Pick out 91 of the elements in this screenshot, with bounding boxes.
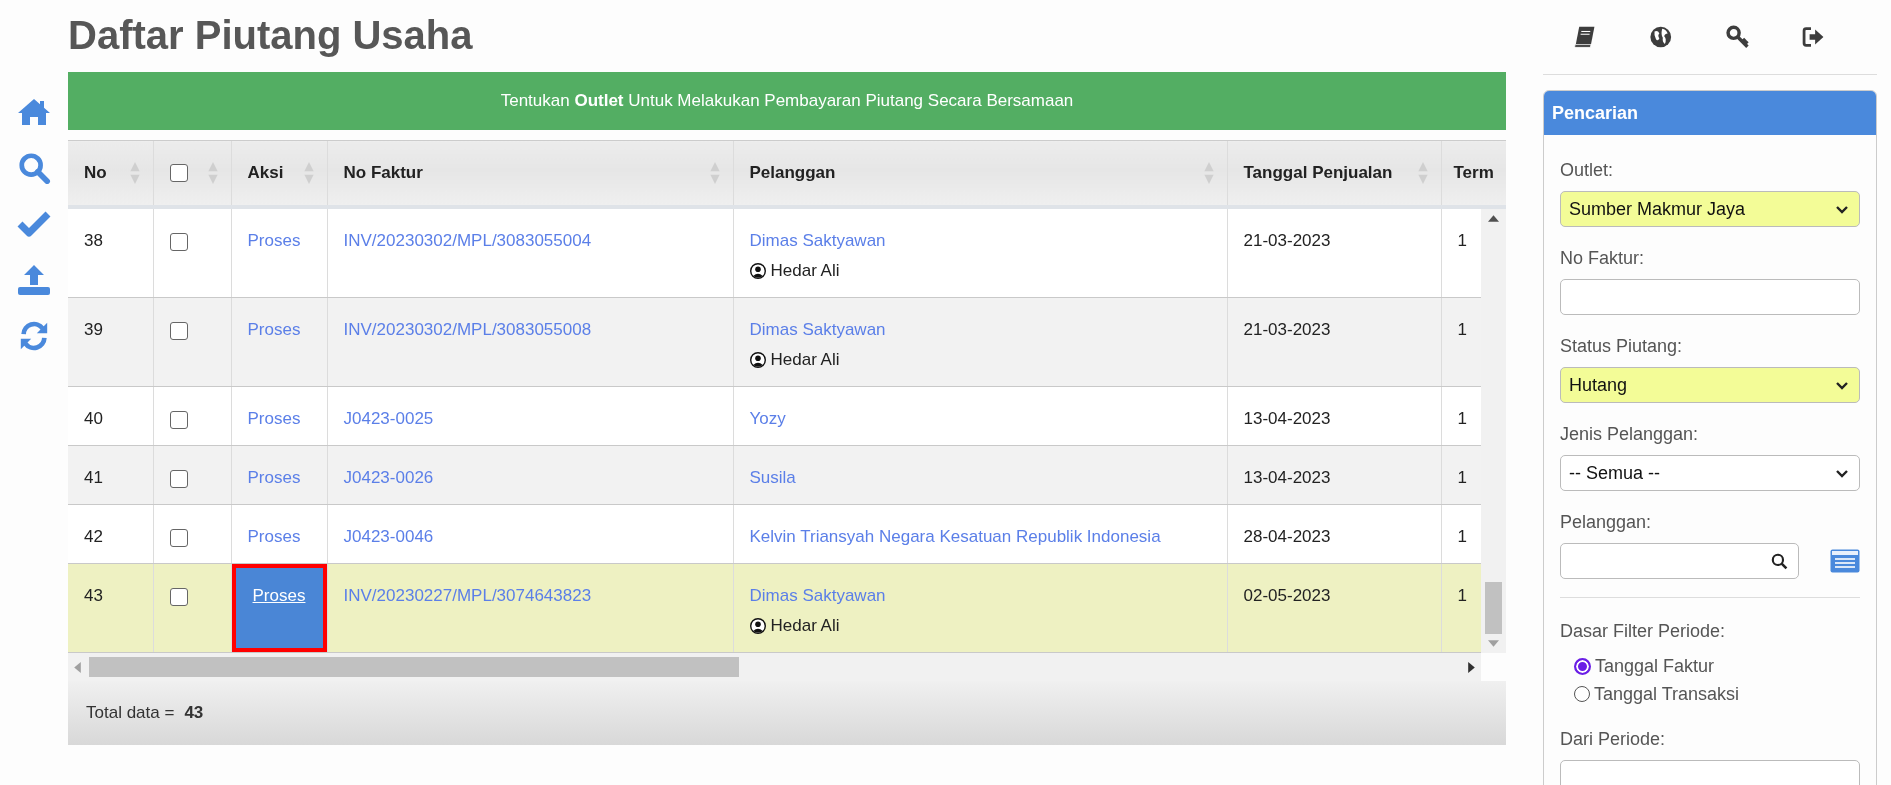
row-number: 42 xyxy=(84,527,103,546)
field-label: Status Piutang: xyxy=(1560,335,1684,358)
row-number: 38 xyxy=(84,231,103,250)
column-header[interactable]: No xyxy=(68,140,153,207)
home-icon[interactable] xyxy=(17,96,51,128)
row-checkbox[interactable] xyxy=(169,410,188,429)
column-header[interactable]: Aksi xyxy=(231,140,327,207)
radio-label[interactable]: Tanggal Transaksi xyxy=(1594,680,1740,708)
customer-link[interactable]: Kelvin Triansyah Negara Kesatuan Republik Indonesia xyxy=(749,527,1161,546)
table-cell: 1 xyxy=(1457,320,1467,339)
salesperson-name: Hedar Ali xyxy=(770,260,840,282)
sale-date: 13-04-2023 xyxy=(1243,409,1331,428)
customer-link[interactable]: Susila xyxy=(749,468,796,487)
field-label: Pelanggan: xyxy=(1560,511,1653,534)
process-link[interactable]: Proses xyxy=(247,320,301,339)
select-field[interactable]: -- Semua -- xyxy=(1560,455,1860,491)
sale-date: 13-04-2023 xyxy=(1243,468,1331,487)
invoice-link[interactable]: J0423-0025 xyxy=(343,409,434,428)
chevron-down-icon xyxy=(1835,204,1849,214)
field-label: Jenis Pelanggan: xyxy=(1560,423,1700,446)
salesperson-name: Hedar Ali xyxy=(770,615,840,637)
row-number: 41 xyxy=(84,468,103,487)
row-number: 43 xyxy=(84,586,103,605)
process-link[interactable]: Proses xyxy=(247,527,301,546)
invoice-link[interactable]: INV/20230227/MPL/3074643823 xyxy=(343,586,592,605)
table-cell: 1 xyxy=(1457,527,1467,546)
column-header[interactable]: Term xyxy=(1441,140,1506,207)
customer-link[interactable]: Dimas Saktyawan xyxy=(749,320,886,339)
sale-date: 28-04-2023 xyxy=(1243,527,1331,546)
page-title: Daftar Piutang Usaha xyxy=(68,12,474,59)
sale-date: 21-03-2023 xyxy=(1243,231,1331,250)
column-header[interactable]: No Faktur xyxy=(327,140,733,207)
sale-date: 02-05-2023 xyxy=(1243,586,1331,605)
radio-button[interactable] xyxy=(1574,686,1590,702)
row-checkbox[interactable] xyxy=(169,321,188,340)
panel-title: Pencarian xyxy=(1552,102,1639,124)
column-header[interactable]: Pelanggan xyxy=(733,140,1227,207)
select-field[interactable]: Sumber Makmur Jaya xyxy=(1560,191,1860,227)
sale-date: 21-03-2023 xyxy=(1243,320,1331,339)
invoice-link[interactable]: J0423-0026 xyxy=(343,468,434,487)
column-header[interactable]: Tanggal Penjualan xyxy=(1227,140,1441,207)
row-number: 40 xyxy=(84,409,103,428)
salesperson-name: Hedar Ali xyxy=(770,349,840,371)
invoice-link[interactable]: J0423-0046 xyxy=(343,527,434,546)
scrollbar-thumb[interactable] xyxy=(1485,582,1502,634)
table-cell: 1 xyxy=(1457,586,1467,605)
table-cell: 1 xyxy=(1457,231,1467,250)
total-label: Total data = xyxy=(86,703,175,723)
horizontal-scrollbar[interactable] xyxy=(68,653,1481,681)
process-link[interactable]: Proses xyxy=(247,468,301,487)
invoice-link[interactable]: INV/20230302/MPL/3083055004 xyxy=(343,231,592,250)
row-number: 39 xyxy=(84,320,103,339)
scroll-up-icon[interactable] xyxy=(1488,215,1499,222)
row-checkbox[interactable] xyxy=(169,232,188,251)
total-count: 43 xyxy=(184,703,204,723)
radio-button[interactable] xyxy=(1574,657,1591,675)
field-label: Dari Periode: xyxy=(1560,728,1667,751)
process-button[interactable]: Proses xyxy=(235,568,323,648)
user-icon xyxy=(749,352,766,368)
input-field[interactable] xyxy=(1560,279,1860,315)
search-icon[interactable] xyxy=(1771,552,1788,570)
row-checkbox[interactable] xyxy=(169,469,188,488)
field-label: Dasar Filter Periode: xyxy=(1560,620,1727,643)
field-label: No Faktur: xyxy=(1560,247,1646,270)
invoice-link[interactable]: INV/20230302/MPL/3083055008 xyxy=(343,320,592,339)
radio-label[interactable]: Tanggal Faktur xyxy=(1595,652,1715,680)
chevron-down-icon xyxy=(1835,380,1849,390)
user-icon xyxy=(749,618,766,634)
customer-link[interactable]: Dimas Saktyawan xyxy=(749,231,886,250)
vertical-scrollbar[interactable] xyxy=(1481,209,1506,653)
table-cell: 1 xyxy=(1457,409,1467,428)
process-link[interactable]: Proses xyxy=(247,409,301,428)
table-cell: 1 xyxy=(1457,468,1467,487)
customer-link[interactable]: Yozy xyxy=(749,409,786,428)
scrollbar-thumb[interactable] xyxy=(89,657,739,677)
upload-icon[interactable] xyxy=(17,264,51,296)
scroll-right-icon[interactable] xyxy=(1468,661,1475,673)
row-checkbox[interactable] xyxy=(169,528,188,547)
select-all-checkbox[interactable] xyxy=(169,164,188,182)
user-icon xyxy=(749,263,766,279)
customer-link[interactable]: Dimas Saktyawan xyxy=(749,586,886,605)
list-icon[interactable] xyxy=(1830,549,1860,573)
field-label: Outlet: xyxy=(1560,159,1615,182)
select-field[interactable]: Hutang xyxy=(1560,367,1860,403)
row-checkbox[interactable] xyxy=(169,587,188,606)
search-field[interactable] xyxy=(1560,543,1799,579)
info-banner: Tentukan Outlet Untuk Melakukan Pembayaran Piutang Secara Bersamaan xyxy=(68,72,1506,130)
scroll-down-icon[interactable] xyxy=(1488,640,1499,647)
process-link[interactable]: Proses xyxy=(247,231,301,250)
chevron-down-icon xyxy=(1835,468,1849,478)
scroll-left-icon[interactable] xyxy=(74,661,81,673)
